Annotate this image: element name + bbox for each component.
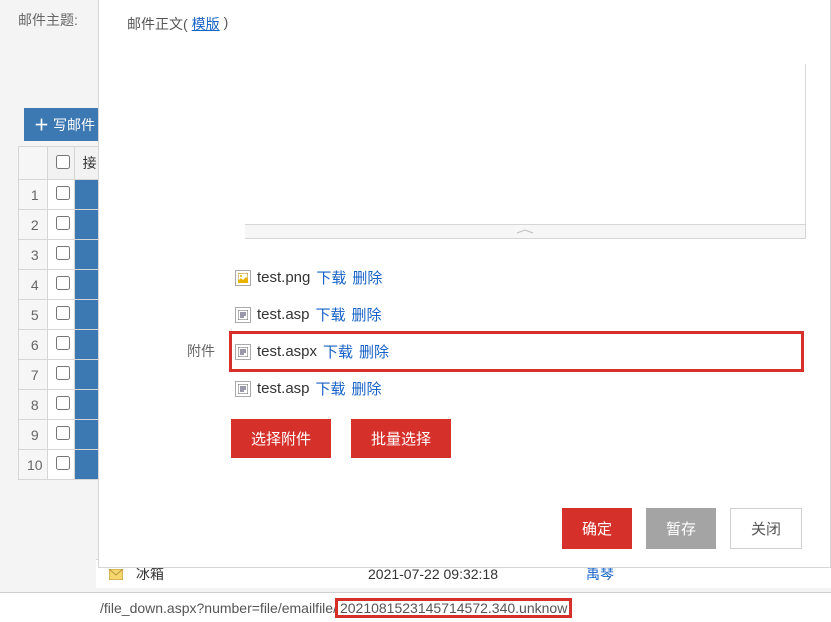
row-checkbox[interactable] — [56, 246, 70, 260]
row-number: 3 — [19, 240, 48, 270]
select-all-checkbox[interactable] — [56, 155, 70, 169]
attachment-item: test.aspx 下载 删除 — [231, 333, 802, 370]
mail-icon — [106, 569, 126, 580]
file-icon — [235, 307, 251, 323]
template-link[interactable]: 模版 — [192, 14, 220, 34]
status-url: /file_down.aspx?number=file/emailfile/20… — [100, 600, 570, 616]
attachments-list: test.png 下载 删除test.asp 下载 删除test.aspx 下载… — [231, 259, 802, 458]
col-num-header — [19, 147, 48, 180]
delete-link[interactable]: 删除 — [359, 341, 389, 362]
table-row[interactable]: 5 — [19, 300, 102, 330]
row-number: 1 — [19, 180, 48, 210]
row-checkbox[interactable] — [56, 186, 70, 200]
table-row[interactable]: 2 — [19, 210, 102, 240]
status-bar: /file_down.aspx?number=file/emailfile/20… — [0, 592, 831, 622]
col-check-header[interactable] — [47, 147, 74, 180]
attachment-filename: test.asp — [257, 306, 310, 323]
row-checkbox[interactable] — [56, 456, 70, 470]
row-number: 10 — [19, 450, 48, 480]
subject-label: 邮件主题: — [18, 10, 78, 30]
batch-select-button[interactable]: 批量选择 — [351, 419, 451, 458]
file-icon — [235, 344, 251, 360]
table-row[interactable]: 7 — [19, 360, 102, 390]
download-link[interactable]: 下载 — [316, 304, 346, 325]
row-checkbox[interactable] — [56, 306, 70, 320]
file-icon — [235, 381, 251, 397]
body-label-prefix: 邮件正文( — [127, 14, 188, 34]
save-draft-button[interactable]: 暂存 — [646, 508, 716, 549]
body-editor[interactable] — [245, 64, 806, 239]
download-link[interactable]: 下载 — [316, 378, 346, 399]
table-row[interactable]: 9 — [19, 420, 102, 450]
mail-table: 接 12345678910 — [18, 146, 102, 480]
table-row[interactable]: 8 — [19, 390, 102, 420]
attachment-filename: test.aspx — [257, 343, 317, 360]
compose-label: 写邮件 — [53, 115, 95, 135]
status-url-file: 2021081523145714572.340.unknow — [337, 600, 570, 616]
table-row[interactable]: 4 — [19, 270, 102, 300]
table-row[interactable]: 6 — [19, 330, 102, 360]
attachment-item: test.asp 下载 删除 — [231, 296, 802, 333]
attachment-item: test.png 下载 删除 — [231, 259, 802, 296]
attachment-item: test.asp 下载 删除 — [231, 370, 802, 407]
row-checkbox[interactable] — [56, 216, 70, 230]
mail-date: 2021-07-22 09:32:18 — [368, 566, 586, 582]
modal-footer: 确定 暂存 关闭 — [127, 508, 802, 549]
delete-link[interactable]: 删除 — [352, 267, 382, 288]
close-button[interactable]: 关闭 — [730, 508, 802, 549]
row-number: 6 — [19, 330, 48, 360]
attachment-filename: test.asp — [257, 380, 310, 397]
delete-link[interactable]: 删除 — [352, 304, 382, 325]
compose-modal: 邮件正文(模版) 附件 test.png 下载 删除test.asp 下载 删除… — [98, 0, 831, 568]
row-number: 9 — [19, 420, 48, 450]
select-attachment-button[interactable]: 选择附件 — [231, 419, 331, 458]
status-url-prefix: /file_down.aspx?number=file/emailfile/ — [100, 600, 337, 616]
plus-icon: ＋ — [34, 114, 49, 135]
row-checkbox[interactable] — [56, 426, 70, 440]
attachments-label: 附件 — [127, 259, 231, 458]
row-checkbox[interactable] — [56, 336, 70, 350]
row-number: 2 — [19, 210, 48, 240]
attachment-filename: test.png — [257, 269, 310, 286]
download-link[interactable]: 下载 — [323, 341, 353, 362]
table-row[interactable]: 3 — [19, 240, 102, 270]
confirm-button[interactable]: 确定 — [562, 508, 632, 549]
row-checkbox[interactable] — [56, 396, 70, 410]
row-checkbox[interactable] — [56, 366, 70, 380]
compose-button[interactable]: ＋ 写邮件 — [24, 108, 105, 141]
table-row[interactable]: 1 — [19, 180, 102, 210]
row-checkbox[interactable] — [56, 276, 70, 290]
row-number: 4 — [19, 270, 48, 300]
body-label-suffix: ) — [224, 14, 229, 30]
delete-link[interactable]: 删除 — [352, 378, 382, 399]
download-link[interactable]: 下载 — [316, 267, 346, 288]
row-number: 8 — [19, 390, 48, 420]
row-number: 7 — [19, 360, 48, 390]
row-number: 5 — [19, 300, 48, 330]
resize-handle[interactable] — [245, 224, 805, 238]
file-icon — [235, 270, 251, 286]
table-row[interactable]: 10 — [19, 450, 102, 480]
